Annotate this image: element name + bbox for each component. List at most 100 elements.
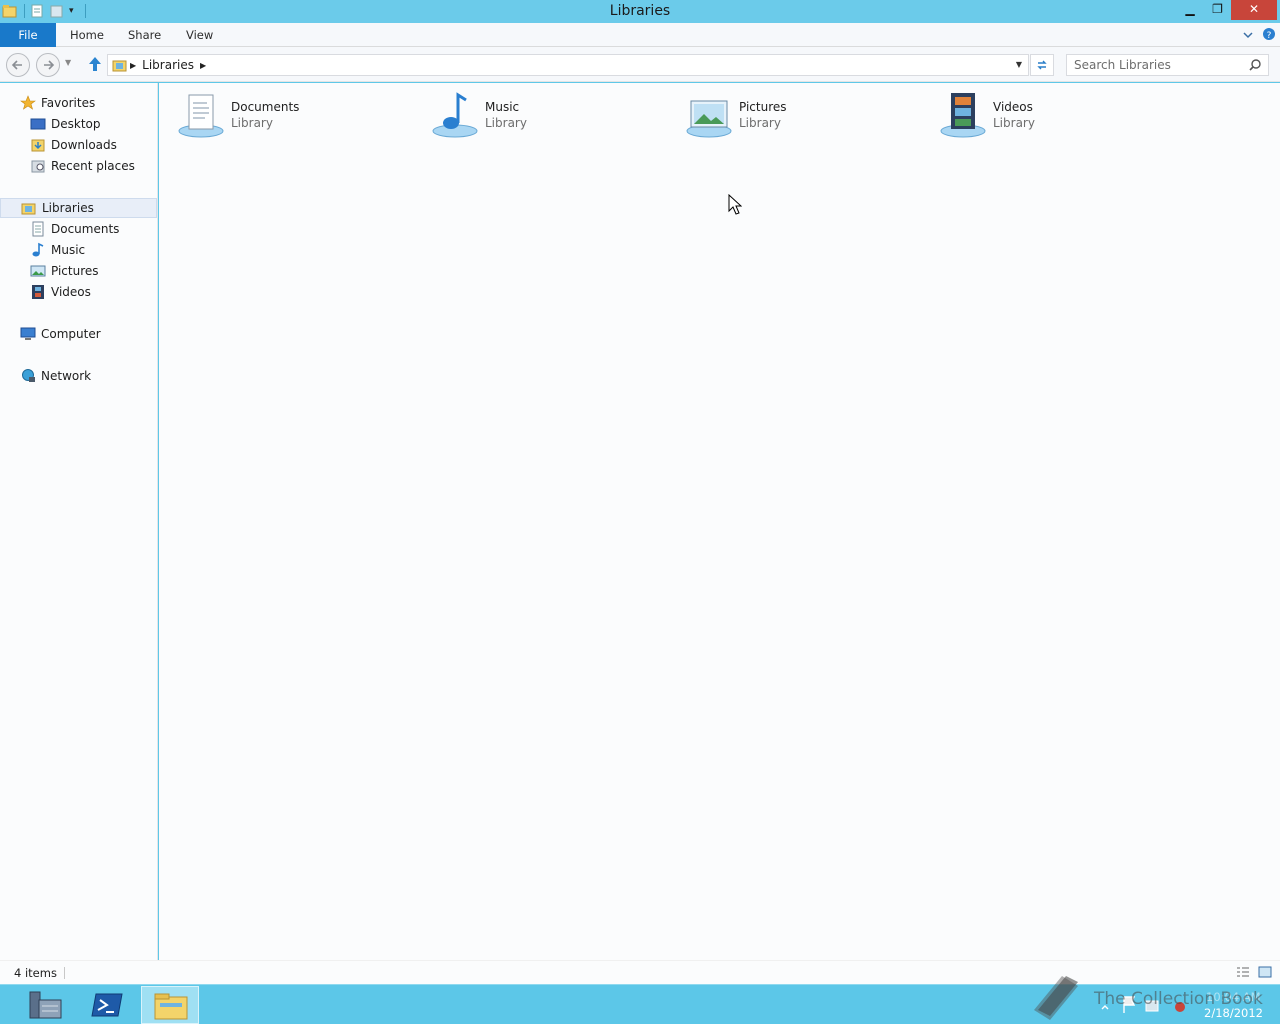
back-button[interactable] [6,53,30,77]
forward-button[interactable] [36,53,60,77]
library-videos-name: Videos [993,100,1033,114]
music-icon [32,242,44,257]
music-library-icon [432,92,478,138]
properties-icon[interactable] [29,3,45,19]
nav-documents[interactable]: Documents [0,219,157,239]
tab-file[interactable]: File [0,23,56,47]
taskbar-powershell[interactable] [79,986,137,1024]
tab-share[interactable]: Share [128,23,161,47]
documents-library-icon [178,94,224,138]
nav-favorites-label: Favorites [41,96,96,110]
library-videos[interactable]: Videos Library [921,89,1151,141]
library-documents[interactable]: Documents Library [159,89,389,141]
taskbar-server-manager[interactable] [17,986,75,1024]
server-manager-icon [29,991,62,1019]
nav-downloads[interactable]: Downloads [0,135,157,155]
toolbar-separator [85,4,86,18]
nav-recent-places-label: Recent places [51,159,135,173]
videos-library-icon [940,93,986,138]
taskbar [0,984,1280,1024]
nav-computer-label: Computer [41,327,101,341]
navigation-bar: ▼ ▶ Libraries ▶ ▼ [0,47,1280,82]
nav-libraries[interactable]: Libraries [0,198,157,218]
library-pictures-name: Pictures [739,100,787,114]
toolbar-separator [24,4,25,18]
address-bar[interactable]: ▶ Libraries ▶ [107,54,1029,76]
nav-network-label: Network [41,369,92,383]
help-icon[interactable]: ? [1262,27,1276,41]
search-icon[interactable] [1248,58,1262,72]
search-input[interactable] [1067,55,1242,75]
close-button[interactable]: ✕ [1231,0,1277,20]
navigation-pane: Favorites Desktop Downloads Recent place… [0,83,158,960]
documents-icon [32,221,44,237]
nav-music-label: Music [51,243,86,257]
favorites-star-icon [20,95,36,110]
address-dropdown-icon[interactable]: ▼ [1011,54,1027,76]
up-arrow-icon [89,57,101,71]
nav-downloads-label: Downloads [51,138,117,152]
refresh-button[interactable] [1030,54,1054,76]
recent-places-icon [31,160,45,173]
details-view-icon[interactable] [1236,966,1250,978]
taskbar-file-explorer[interactable] [141,986,199,1024]
customize-toolbar-icon[interactable]: ▾ [69,3,79,19]
libraries-folder-icon [112,60,127,72]
library-music-type: Library [485,116,527,130]
watermark-text: The Collection Book [1094,989,1263,1009]
window-title: Libraries [609,3,671,19]
library-pictures-type: Library [739,116,781,130]
svg-text:?: ? [1267,31,1272,41]
large-icons-view-icon[interactable] [1258,966,1272,978]
title-bar: ▾ Libraries ▁ ❐ ✕ [0,0,1280,23]
new-folder-icon[interactable] [49,3,65,19]
powershell-icon [91,993,123,1017]
library-videos-type: Library [993,116,1035,130]
up-button[interactable] [86,55,104,73]
nav-music[interactable]: Music [0,240,157,260]
search-box[interactable] [1066,54,1269,76]
library-documents-type: Library [231,116,273,130]
nav-desktop-label: Desktop [51,117,101,131]
refresh-icon [1037,60,1047,70]
minimize-button[interactable]: ▁ [1176,0,1204,20]
nav-computer[interactable]: Computer [0,324,157,344]
downloads-icon [31,139,45,152]
recent-locations-dropdown[interactable]: ▼ [65,58,71,67]
nav-desktop[interactable]: Desktop [0,114,157,134]
breadcrumb-separator-icon[interactable]: ▶ [130,61,136,70]
tab-view[interactable]: View [186,23,213,47]
tab-home[interactable]: Home [70,23,104,47]
library-documents-name: Documents [231,100,300,114]
item-count: 4 items [14,966,57,980]
file-explorer-icon [154,993,188,1020]
expand-ribbon-icon[interactable] [1241,28,1255,42]
nav-videos[interactable]: Videos [0,282,157,302]
videos-icon [32,285,44,299]
network-icon [22,369,35,382]
libraries-icon [21,203,36,215]
library-music[interactable]: Music Library [413,89,643,141]
nav-recent-places[interactable]: Recent places [0,156,157,176]
nav-documents-label: Documents [51,222,120,236]
mouse-pointer-icon [728,194,742,215]
content-pane: Documents Library Music Library Pictures… [159,83,1280,960]
nav-pictures[interactable]: Pictures [0,261,157,281]
breadcrumb-separator-icon[interactable]: ▶ [200,61,206,70]
forward-arrow-icon [44,60,55,70]
status-bar: 4 items [0,960,1280,984]
nav-favorites[interactable]: Favorites [0,93,157,113]
back-arrow-icon [11,60,22,70]
library-pictures[interactable]: Pictures Library [667,89,897,141]
status-divider [64,967,65,979]
nav-network[interactable]: Network [0,366,157,386]
maximize-button[interactable]: ❐ [1204,0,1231,20]
breadcrumb-libraries[interactable]: Libraries [142,58,194,72]
quick-access-toolbar: ▾ [2,3,86,19]
nav-videos-label: Videos [51,285,91,299]
desktop-icon [30,118,46,130]
pictures-icon [30,265,46,277]
library-music-name: Music [485,100,520,114]
nav-libraries-label: Libraries [42,201,94,215]
explorer-folder-icon[interactable] [2,3,18,19]
